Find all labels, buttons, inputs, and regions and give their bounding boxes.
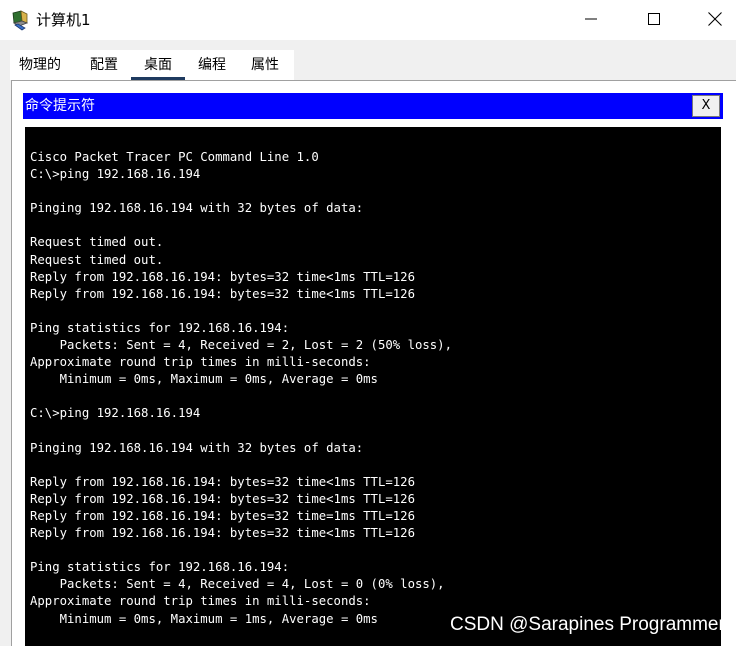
window-title: 计算机1	[36, 11, 91, 29]
tab-desktop[interactable]: 桌面	[131, 50, 185, 80]
tab-programming[interactable]: 编程	[192, 50, 232, 80]
tab-bar: 物理的 配置 桌面 编程 属性	[10, 50, 294, 80]
command-prompt-header: 命令提示符 X	[23, 93, 723, 119]
tab-physical[interactable]: 物理的	[16, 50, 64, 80]
tab-attributes[interactable]: 属性	[245, 50, 285, 80]
command-prompt-close-button[interactable]: X	[692, 95, 720, 117]
app-icon	[12, 10, 29, 31]
terminal-output-area[interactable]: Cisco Packet Tracer PC Command Line 1.0 …	[25, 127, 721, 646]
minimize-icon	[585, 18, 597, 20]
close-window-button[interactable]	[692, 0, 736, 38]
minimize-button[interactable]	[568, 0, 614, 38]
maximize-button[interactable]	[631, 0, 677, 38]
command-prompt-title: 命令提示符	[25, 98, 95, 114]
tab-config[interactable]: 配置	[84, 50, 124, 80]
terminal-text: Cisco Packet Tracer PC Command Line 1.0 …	[30, 150, 452, 626]
maximize-icon	[648, 13, 660, 25]
title-bar: 计算机1	[0, 0, 736, 40]
watermark: CSDN @Sarapines Programmer	[450, 614, 725, 635]
app-window: 计算机1 物理的 配置 桌面 编程 属性 命令提示符 X Cisco Packe…	[0, 0, 736, 646]
close-icon	[708, 12, 722, 26]
